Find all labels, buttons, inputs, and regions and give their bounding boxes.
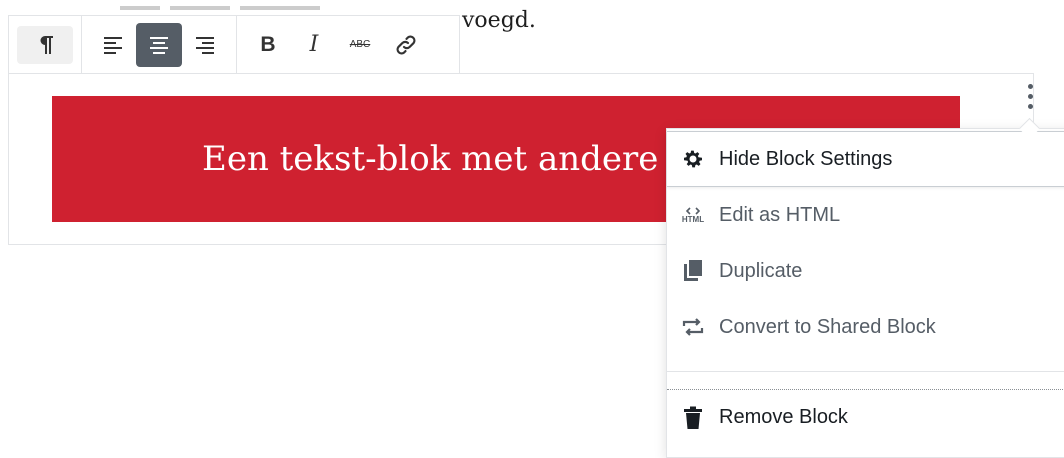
block-settings-menu: Hide Block Settings HTML Edit as HTML Du… bbox=[666, 128, 1064, 458]
bold-icon: B bbox=[260, 32, 276, 56]
menu-item-label: Convert to Shared Block bbox=[719, 315, 936, 338]
menu-item-label: Duplicate bbox=[719, 259, 803, 282]
align-center-icon bbox=[148, 35, 170, 55]
menu-item-remove-block[interactable]: Remove Block bbox=[667, 389, 1064, 445]
html-icon: HTML bbox=[681, 203, 705, 227]
menu-item-label: Remove Block bbox=[719, 406, 848, 428]
more-vertical-icon bbox=[1027, 83, 1033, 89]
align-right-icon bbox=[194, 35, 216, 55]
italic-icon: I bbox=[309, 32, 319, 57]
duplicate-icon bbox=[681, 259, 705, 283]
align-center-button[interactable] bbox=[136, 22, 182, 67]
menu-item-label: Edit as HTML bbox=[719, 203, 841, 226]
paragraph-text-fragment: voegd. bbox=[462, 8, 536, 33]
menu-item-label: Hide Block Settings bbox=[719, 147, 893, 170]
gear-icon bbox=[681, 147, 705, 171]
paragraph-type-button[interactable] bbox=[17, 25, 73, 64]
menu-item-duplicate[interactable]: Duplicate bbox=[667, 243, 1064, 299]
paragraph-icon bbox=[35, 34, 55, 56]
trash-icon bbox=[681, 406, 705, 430]
align-left-icon bbox=[102, 35, 124, 55]
strikethrough-button[interactable]: ABC bbox=[337, 23, 383, 67]
menu-item-hide-block-settings[interactable]: Hide Block Settings bbox=[667, 131, 1064, 187]
menu-item-convert-to-shared-block[interactable]: Convert to Shared Block bbox=[667, 299, 1064, 355]
obscured-paragraph-text bbox=[120, 0, 460, 14]
menu-separator bbox=[667, 371, 1064, 372]
more-options-button[interactable] bbox=[1018, 76, 1042, 116]
link-button[interactable] bbox=[383, 23, 429, 67]
align-left-button[interactable] bbox=[90, 23, 136, 67]
convert-icon bbox=[681, 315, 705, 339]
menu-item-edit-as-html[interactable]: HTML Edit as HTML bbox=[667, 187, 1064, 243]
align-right-button[interactable] bbox=[182, 23, 228, 67]
colored-block-text[interactable]: Een tekst-blok met andere bbox=[202, 139, 658, 179]
link-icon bbox=[394, 33, 418, 57]
alignment-group bbox=[82, 16, 237, 73]
italic-button[interactable]: I bbox=[291, 23, 337, 67]
block-type-group bbox=[9, 16, 82, 73]
formatting-group: B I ABC bbox=[237, 16, 437, 73]
block-toolbar: B I ABC bbox=[8, 15, 460, 74]
strikethrough-icon: ABC bbox=[349, 39, 371, 50]
bold-button[interactable]: B bbox=[245, 23, 291, 67]
